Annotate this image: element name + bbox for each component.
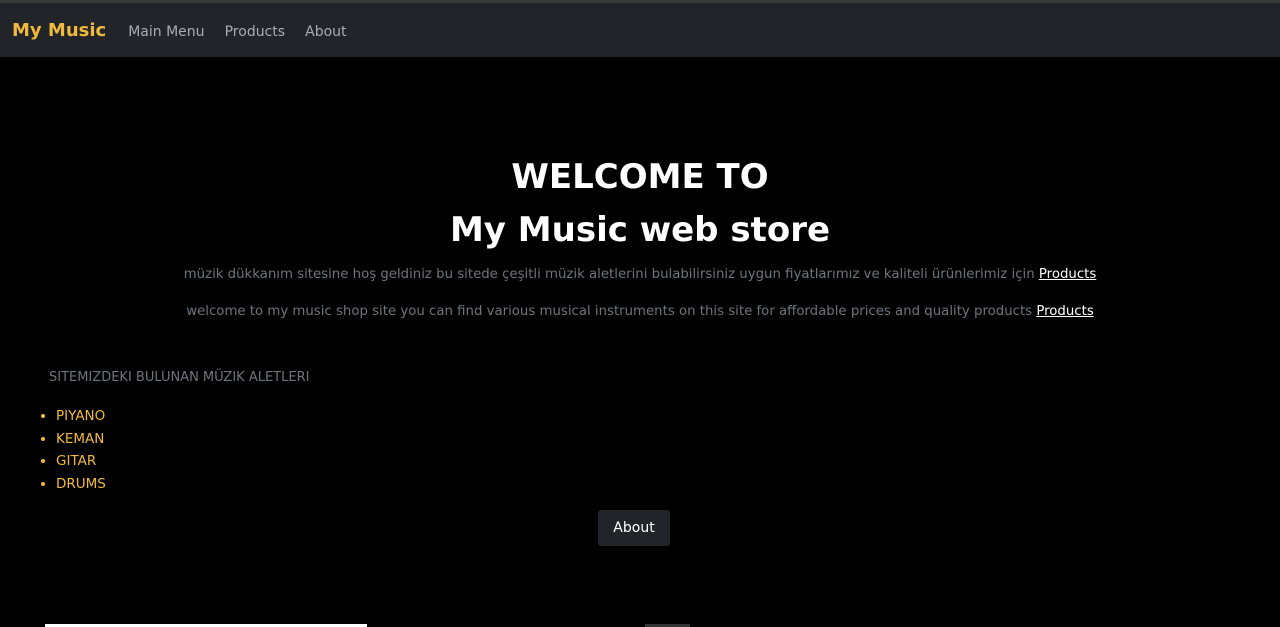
welcome-heading: WELCOME TO xyxy=(511,157,769,197)
about-button[interactable]: About xyxy=(598,510,670,546)
intro-turkish: müzik dükkanım sitesine hoş geldiniz bu … xyxy=(0,265,1280,285)
store-heading: My Music web store xyxy=(449,210,831,250)
intro-turkish-text: müzik dükkanım sitesine hoş geldiniz bu … xyxy=(183,267,1035,282)
instruments-title: SITEMIZDEKI BULUNAN MÜZIK ALETLERI xyxy=(49,370,310,385)
nav-main-menu[interactable]: Main Menu xyxy=(128,24,204,40)
list-item: KEMAN xyxy=(56,428,1280,451)
nav-products[interactable]: Products xyxy=(225,24,285,40)
instruments-list: PIYANO KEMAN GITAR DRUMS xyxy=(56,405,1280,495)
intro-english: welcome to my music shop site you can fi… xyxy=(0,302,1280,322)
products-link-en[interactable]: Products xyxy=(1036,304,1093,319)
products-link-tr[interactable]: Products xyxy=(1039,267,1096,282)
list-item: PIYANO xyxy=(56,405,1280,428)
intro-english-text: welcome to my music shop site you can fi… xyxy=(186,304,1033,319)
navbar: My Music Main Menu Products About xyxy=(0,3,1280,57)
brand-logo[interactable]: My Music xyxy=(12,20,106,41)
list-item: DRUMS xyxy=(56,473,1280,496)
list-item: GITAR xyxy=(56,450,1280,473)
nav-about[interactable]: About xyxy=(305,24,346,40)
